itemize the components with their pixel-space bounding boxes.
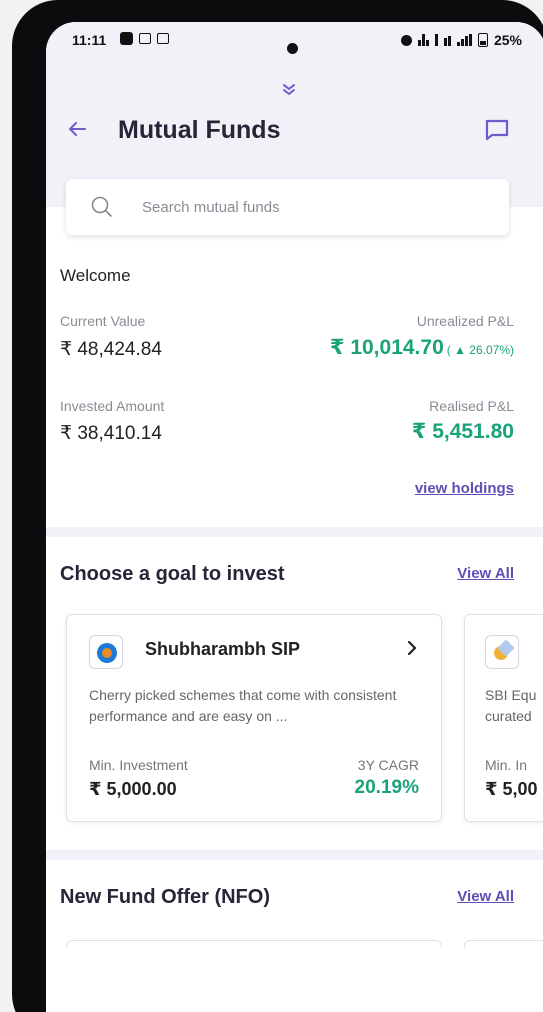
cagr-value: 20.19% — [354, 777, 419, 798]
unrealized-pnl: ₹ 10,014.70 ( ▲ 26.07%) — [330, 335, 514, 360]
bottom-area — [46, 948, 543, 1012]
network-speed-icon — [443, 34, 451, 46]
section-divider — [46, 527, 543, 537]
current-value: ₹ 48,424.84 — [60, 339, 162, 360]
battery-percent: 25% — [493, 32, 522, 48]
app-bar: Mutual Funds — [46, 114, 543, 146]
invested-amount: ₹ 38,410.14 — [60, 423, 162, 444]
section-divider — [46, 850, 543, 860]
realised-pnl: ₹ 5,451.80 — [411, 420, 514, 443]
min-investment-value: ₹ 5,00 — [485, 779, 538, 799]
unrealized-pnl-label: Unrealized P&L — [416, 313, 514, 329]
current-value-label: Current Value — [60, 313, 146, 329]
alarm-icon — [400, 34, 412, 46]
min-investment-label: Min. In — [485, 757, 528, 773]
welcome-heading: Welcome — [60, 266, 131, 285]
nfo-section-title: New Fund Offer (NFO) — [60, 886, 270, 908]
view-holdings-link[interactable]: view holdings — [415, 480, 514, 497]
min-investment-label: Min. Investment — [89, 757, 188, 773]
page-title: Mutual Funds — [118, 116, 281, 144]
signal-icon — [456, 34, 472, 46]
chat-icon[interactable] — [484, 118, 510, 142]
goal-description: Cherry picked schemes that come with con… — [89, 687, 397, 724]
min-investment-value: ₹ 5,000.00 — [89, 779, 177, 799]
message-notification-icon — [139, 33, 151, 44]
phone-frame: 11:11 25% Mutual Funds Search mutual fun… — [12, 0, 543, 1012]
goal-description: SBI Equ curated — [485, 687, 537, 724]
search-placeholder: Search mutual funds — [142, 199, 280, 216]
search-icon — [91, 196, 112, 217]
bluetooth-icon — [434, 34, 438, 46]
realised-pnl-label: Realised P&L — [429, 398, 514, 414]
invested-amount-label: Invested Amount — [60, 398, 165, 414]
goal-card-shubharambh[interactable]: Shubharambh SIP Cherry picked schemes th… — [66, 614, 442, 822]
back-arrow-icon[interactable] — [66, 118, 88, 140]
cagr-label: 3Y CAGR — [357, 757, 419, 773]
chevron-right-icon[interactable] — [405, 639, 419, 657]
front-camera — [287, 43, 298, 54]
collapse-chevron-icon[interactable] — [281, 82, 297, 98]
shubharambh-logo-icon — [89, 635, 123, 669]
screen: 11:11 25% Mutual Funds Search mutual fun… — [46, 22, 543, 1012]
system-icons: 25% — [400, 32, 522, 48]
goals-view-all-link[interactable]: View All — [457, 565, 514, 582]
status-time: 11:11 — [72, 32, 107, 48]
goals-section-title: Choose a goal to invest — [60, 563, 285, 585]
notification-icons — [120, 32, 169, 45]
search-input[interactable]: Search mutual funds — [66, 179, 509, 235]
unrealized-pnl-value: ₹ 10,014.70 — [329, 336, 444, 359]
nfo-view-all-link[interactable]: View All — [457, 888, 514, 905]
power-button — [14, 340, 24, 470]
data-saver-icon — [157, 33, 169, 44]
volume-button — [14, 290, 24, 330]
battery-icon — [477, 33, 488, 47]
goal-card-sbi[interactable]: SBI Equ curated Min. In ₹ 5,00 — [464, 614, 543, 822]
app-notification-icon — [120, 32, 133, 45]
unrealized-pnl-percent: ( ▲ 26.07%) — [446, 343, 514, 357]
sbi-fund-logo-icon — [485, 635, 519, 669]
vibrate-icon — [417, 34, 429, 46]
goal-name: Shubharambh SIP — [145, 639, 301, 659]
